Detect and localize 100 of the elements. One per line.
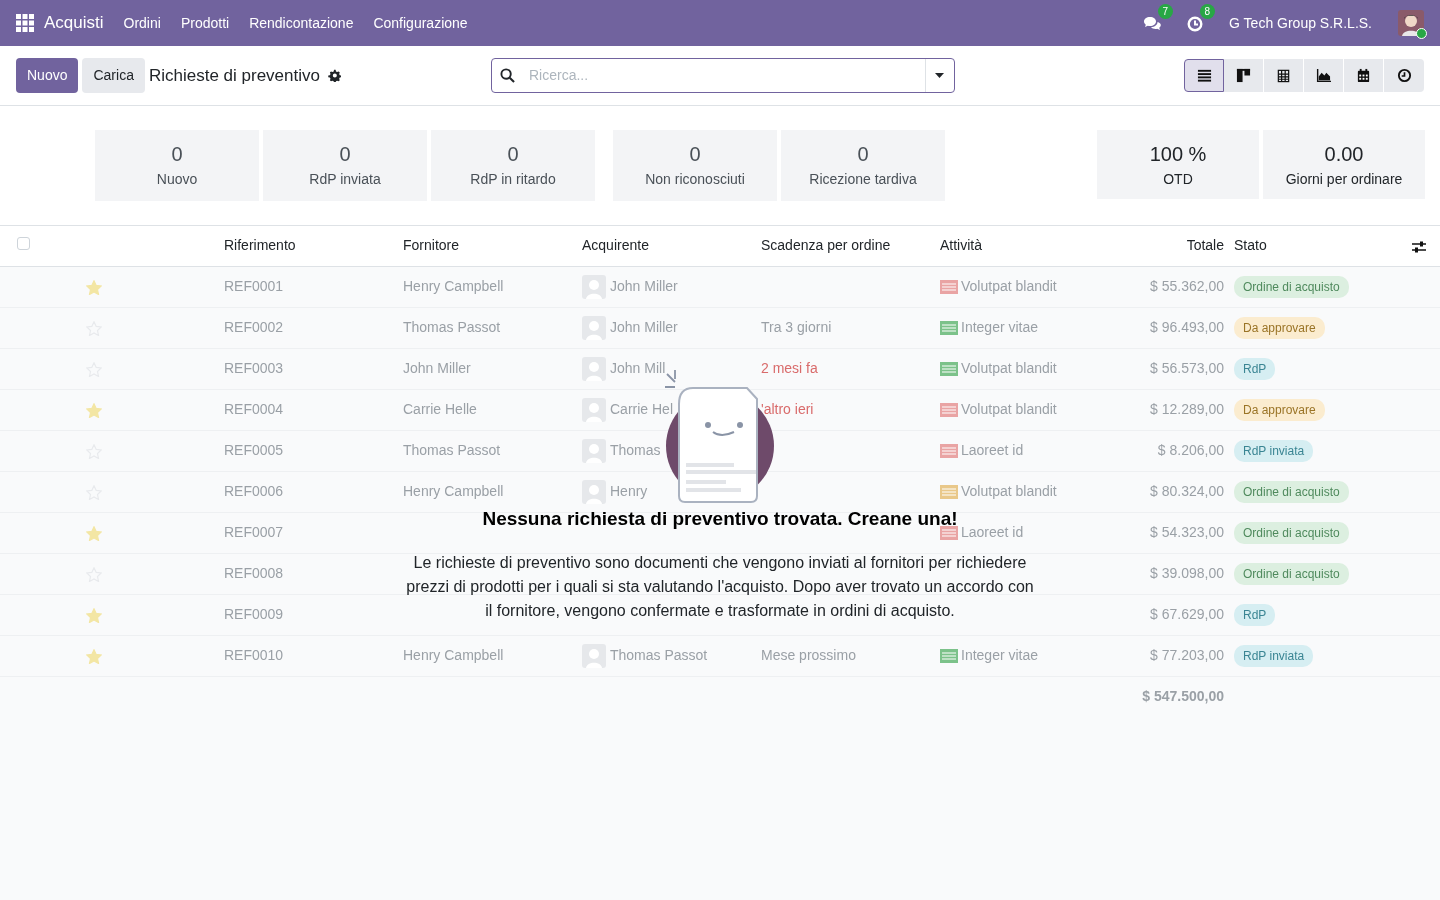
star-icon[interactable]	[86, 279, 102, 295]
reference-text: REF0009	[224, 606, 284, 622]
stat-tile[interactable]: 0 RdP inviata	[263, 130, 427, 201]
total-amount: $ 54.323,00	[1150, 524, 1224, 540]
stat-tile[interactable]: 0.00 Giorni per ordinare	[1263, 130, 1425, 199]
status-badge: Ordine di acquisto	[1234, 480, 1349, 503]
star-icon[interactable]	[86, 607, 102, 623]
stat-value: 100 %	[1148, 142, 1208, 166]
total-amount: $ 8.206,00	[1157, 442, 1224, 458]
activity-type-icon[interactable]	[940, 485, 958, 500]
calendar-icon	[1356, 68, 1371, 83]
user-avatar[interactable]	[1398, 10, 1424, 36]
buyer-name: John Miller	[610, 318, 678, 335]
deadline-text: Tra 3 giorni	[761, 319, 832, 335]
activity-view-button[interactable]	[1384, 59, 1424, 92]
apps-menu-icon[interactable]	[16, 14, 34, 32]
stat-label: Nuovo	[155, 170, 199, 189]
status-badge: Ordine di acquisto	[1234, 521, 1349, 544]
settings-icon[interactable]	[327, 69, 341, 82]
vendor-name: Henry Campbell	[403, 647, 504, 663]
kanban-view-button[interactable]	[1224, 59, 1264, 92]
activity-type-icon[interactable]	[940, 649, 958, 664]
kanban-icon	[1236, 68, 1251, 83]
column-header[interactable]: Attività	[940, 237, 982, 254]
star-icon[interactable]	[86, 402, 102, 418]
empty-state-title: Nessuna richiesta di preventivo trovata. Creane una!	[482, 508, 958, 531]
status-badge: Ordine di acquisto	[1234, 562, 1349, 585]
search-bar[interactable]: Ricerca...	[490, 58, 955, 93]
column-header[interactable]: Riferimento	[224, 237, 296, 254]
avatar-icon	[582, 315, 606, 340]
optional-columns-icon[interactable]	[1412, 240, 1426, 253]
buyer-name: Thomas Passot	[610, 646, 708, 663]
pivot-view-button[interactable]	[1264, 59, 1304, 92]
stat-value: 0	[338, 142, 352, 166]
deadline-text: Mese prossimo	[761, 647, 856, 663]
stat-tile[interactable]: 0 Ricezione tardiva	[781, 130, 945, 201]
menu-link[interactable]: Configurazione	[363, 12, 478, 34]
chat-icon[interactable]	[1143, 15, 1162, 32]
stat-tile[interactable]: 0 Nuovo	[95, 130, 259, 201]
menu-link[interactable]: Rendicontazione	[239, 12, 364, 34]
status-badge: RdP inviata	[1234, 439, 1314, 462]
stat-value: 0	[170, 142, 184, 166]
total-amount: $ 12.289,00	[1150, 401, 1224, 417]
activity-type-icon[interactable]	[940, 280, 958, 295]
total-amount: $ 39.098,00	[1150, 565, 1224, 581]
area-chart-icon	[1316, 68, 1331, 83]
activity-type-icon[interactable]	[940, 444, 958, 459]
upload-button[interactable]: Carica	[82, 58, 145, 93]
vendor-name: Thomas Passot	[403, 442, 501, 458]
stat-label: RdP inviata	[308, 170, 382, 189]
online-status-dot	[1416, 28, 1427, 39]
column-header[interactable]: Stato	[1234, 237, 1267, 254]
activity-summary: Volutpat blandit	[961, 483, 1057, 499]
search-icon	[499, 68, 515, 83]
avatar-icon	[582, 479, 606, 504]
calendar-view-button[interactable]	[1344, 59, 1384, 92]
column-header[interactable]: Totale	[1186, 237, 1224, 254]
total-amount: $ 56.573,00	[1150, 360, 1224, 376]
activity-type-icon[interactable]	[940, 403, 958, 418]
reference-text: REF0001	[224, 278, 284, 294]
reference-text: REF0002	[224, 319, 284, 335]
stat-label: Non riconosciuti	[644, 170, 746, 189]
star-icon[interactable]	[86, 525, 102, 541]
reference-text: REF0006	[224, 483, 284, 499]
status-badge: Da approvare	[1234, 316, 1325, 339]
graph-view-button[interactable]	[1304, 59, 1344, 92]
menu-link[interactable]: Ordini	[113, 12, 171, 34]
stat-value: 0.00	[1323, 142, 1365, 166]
reference-text: REF0007	[224, 524, 284, 540]
vendor-name: John Miller	[403, 360, 471, 376]
select-all-checkbox[interactable]	[17, 237, 30, 251]
stat-tile[interactable]: 0 Non riconosciuti	[613, 130, 777, 201]
column-header[interactable]: Acquirente	[582, 237, 649, 254]
dropdown-caret-icon[interactable]	[935, 73, 945, 78]
activity-summary: Volutpat blandit	[961, 360, 1057, 376]
stat-tile[interactable]: 0 RdP in ritardo	[431, 130, 595, 201]
menu-link[interactable]: Prodotti	[170, 12, 240, 34]
stat-tile[interactable]: 100 % OTD	[1097, 130, 1259, 199]
status-badge: RdP inviata	[1234, 644, 1314, 667]
app-name-link[interactable]: Acquisti	[44, 10, 104, 36]
activity-summary: Volutpat blandit	[961, 278, 1057, 294]
stat-value: 0	[856, 142, 870, 166]
vendor-name: Henry Campbell	[403, 483, 504, 499]
activity-summary: Laoreet id	[961, 524, 1024, 540]
buyer-name: Carrie Hel	[610, 400, 673, 417]
activity-clock-icon[interactable]	[1187, 15, 1204, 32]
vendor-name: Carrie Helle	[403, 401, 477, 417]
new-button[interactable]: Nuovo	[16, 58, 79, 93]
activity-type-icon[interactable]	[940, 526, 958, 541]
star-icon[interactable]	[86, 648, 102, 664]
company-name[interactable]: G Tech Group S.R.L.S.	[1229, 12, 1372, 34]
avatar-icon	[582, 438, 606, 463]
list-view-button[interactable]	[1184, 59, 1224, 92]
activity-type-icon[interactable]	[940, 321, 958, 336]
reference-text: REF0003	[224, 360, 284, 376]
column-header[interactable]: Fornitore	[403, 237, 460, 254]
stat-value: 0	[688, 142, 702, 166]
total-amount: $ 55.362,00	[1150, 278, 1224, 294]
total-amount: $ 80.324,00	[1150, 483, 1224, 499]
activity-type-icon[interactable]	[940, 362, 958, 377]
